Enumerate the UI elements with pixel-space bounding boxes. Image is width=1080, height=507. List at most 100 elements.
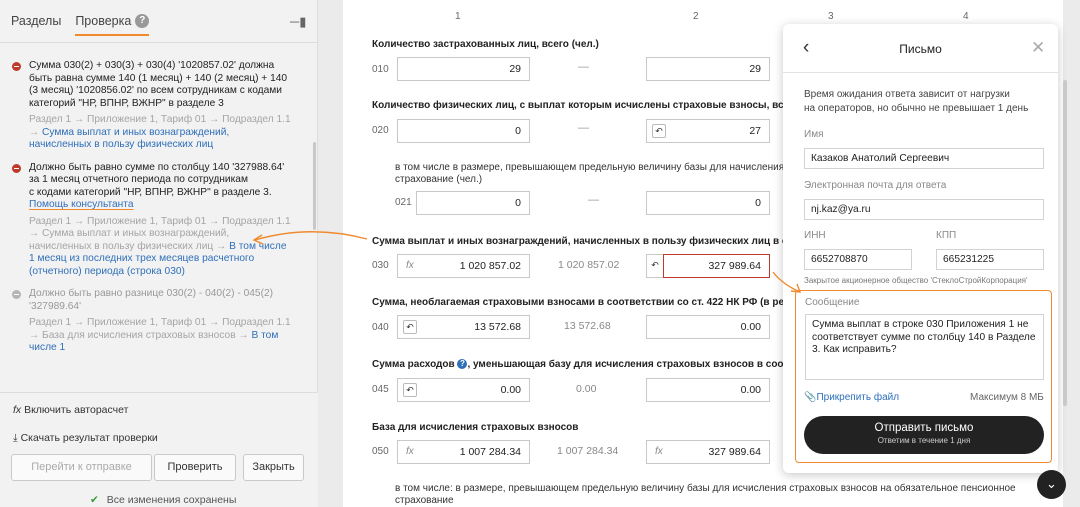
row-code: 021	[395, 197, 412, 208]
autocalc-toggle[interactable]: fx Включить авторасчет	[13, 404, 128, 416]
wait-info-line: Время ожидания ответа зависит от нагрузк…	[804, 89, 1010, 100]
kpp-field[interactable]: 665231225	[936, 249, 1044, 270]
field-010-2[interactable]: 29	[646, 57, 770, 81]
field-020-2[interactable]: ↶ 27	[646, 119, 770, 143]
section-title-tail: , уменьшающая базу для исчисления страхо…	[467, 359, 810, 370]
error-icon	[12, 163, 21, 173]
scrollbar[interactable]	[1063, 80, 1067, 406]
undo-icon[interactable]: ↶	[403, 383, 417, 397]
consultant-help-link[interactable]: Помощь консультанта	[29, 199, 134, 210]
issue-path: Раздел 1 → Приложение 1, Тариф 01 → Подр…	[29, 216, 292, 279]
computed-value: 1 007 284.34	[557, 445, 619, 457]
undo-icon: ↶	[648, 259, 662, 273]
field-030-2-error[interactable]: 327 989.64	[663, 254, 770, 278]
undo-icon[interactable]: ↶	[403, 320, 417, 334]
field-040-2[interactable]: 0.00	[646, 315, 770, 339]
field-045-1[interactable]: ↶ 0.00	[397, 378, 530, 402]
company-name: Закрытое акционерное общество 'СтеклоСтр…	[804, 276, 1028, 285]
max-size: Максимум 8 МБ	[970, 392, 1044, 403]
save-status-text: Все изменения сохранены	[106, 494, 237, 506]
panel-footer: fx Включить авторасчет ⤓ Скачать результ…	[0, 392, 318, 507]
dash: —	[588, 194, 599, 206]
undo-button[interactable]: ↶	[646, 254, 664, 278]
section-note-line: в том числе в размере, превышающем преде…	[395, 162, 785, 173]
download-result[interactable]: ⤓ Скачать результат проверки	[13, 432, 158, 445]
fx-icon: fx	[406, 260, 414, 271]
help-icon[interactable]: ?	[135, 14, 150, 28]
email-label: Электронная почта для ответа	[804, 180, 947, 191]
issue-item: Должно быть равно разнице 030(2) - 040(2…	[0, 288, 310, 355]
scrollbar[interactable]	[313, 142, 316, 230]
issue-link[interactable]: Сумма выплат и иных вознаграждений, начи…	[29, 127, 229, 151]
field-020-1[interactable]: 0	[397, 119, 530, 143]
tab-sections[interactable]: Разделы	[11, 14, 61, 36]
attach-label: Прикрепить файл	[816, 392, 900, 403]
panel-tabs: Разделы Проверка ?	[11, 14, 150, 36]
section-title: Сумма, необлагаемая страховыми взносами …	[372, 297, 808, 308]
section-note: в том числе в размере, превышающем преде…	[395, 162, 784, 186]
pin-icon[interactable]: ─▮	[290, 14, 306, 30]
row-code: 040	[372, 322, 389, 333]
download-icon: ⤓	[13, 432, 18, 444]
dash: —	[578, 122, 589, 134]
send-label: Отправить письмо	[874, 422, 974, 434]
wait-info-line: на операторов, но обычно не превышает 1 …	[804, 103, 1029, 114]
close-button[interactable]: Закрыть	[243, 454, 304, 481]
email-field[interactable]: nj.kaz@ya.ru	[804, 199, 1044, 220]
computed-value: 0.00	[576, 383, 597, 395]
dialog-title: Письмо	[899, 42, 942, 56]
dialog-header: ‹ Письмо ✕	[783, 24, 1058, 73]
issue-list: Сумма 030(2) + 030(3) + 030(4) '1020857.…	[0, 60, 310, 392]
save-status: ✔ Все изменения сохранены	[90, 494, 236, 506]
issue-path: Раздел 1 → Приложение 1, Тариф 01 → Подр…	[29, 317, 292, 355]
issue-text: Должно быть равно сумме по столбцу 140 '…	[29, 162, 292, 212]
undo-icon[interactable]: ↶	[652, 124, 666, 138]
field-040-1[interactable]: ↶ 13 572.68	[397, 315, 530, 339]
field-value: 27	[749, 125, 761, 137]
section-title: Сумма выплат и иных вознаграждений, начи…	[372, 236, 805, 247]
field-050-2[interactable]: fx 327 989.64	[646, 440, 770, 464]
fx-icon: fx	[13, 404, 22, 416]
section-note-line: в том числе: в размере, превышающем пред…	[395, 483, 1016, 494]
field-010-1[interactable]: 29	[397, 57, 530, 81]
attach-file-link[interactable]: 📎Прикрепить файл	[804, 392, 899, 403]
issue-item: Должно быть равно сумме по столбцу 140 '…	[0, 162, 310, 279]
section-note-line: страхование (чел.)	[395, 174, 483, 185]
column-number: 3	[828, 11, 834, 22]
computed-value: 1 020 857.02	[558, 259, 620, 271]
section-title-text: Сумма расходов	[372, 359, 455, 370]
name-field[interactable]: Казаков Анатолий Сергеевич	[804, 148, 1044, 169]
field-045-2[interactable]: 0.00	[646, 378, 770, 402]
field-030-1[interactable]: fx 1 020 857.02	[397, 254, 530, 278]
message-textarea[interactable]: Сумма выплат в строке 030 Приложения 1 н…	[805, 314, 1044, 380]
field-021-1[interactable]: 0	[416, 191, 530, 215]
section-title: Сумма расходов ?, уменьшающая базу для и…	[372, 359, 810, 370]
wait-info: Время ожидания ответа зависит от нагрузк…	[804, 88, 1028, 116]
info-icon[interactable]: ?	[457, 359, 468, 370]
check-icon: ✔	[90, 494, 99, 506]
section-title: Количество застрахованных лиц, всего (че…	[372, 39, 599, 50]
issue-path: Раздел 1 → Приложение 1, Тариф 01 → Подр…	[29, 114, 292, 152]
field-021-2[interactable]: 0	[646, 191, 770, 215]
scroll-down-button[interactable]: ⌄	[1037, 470, 1066, 499]
field-value: 1 020 857.02	[459, 260, 521, 272]
error-icon	[12, 62, 21, 71]
warning-icon	[12, 290, 21, 299]
field-value: 327 989.64	[708, 446, 761, 458]
issue-item: Сумма 030(2) + 030(3) + 030(4) '1020857.…	[0, 60, 310, 152]
issue-text-line: за 1 месяц отчетного периода по сотрудни…	[29, 174, 248, 185]
message-label: Сообщение	[805, 297, 860, 308]
check-button[interactable]: Проверить	[154, 454, 236, 481]
column-number: 4	[963, 11, 969, 22]
go-to-send-button[interactable]: Перейти к отправке	[11, 454, 152, 481]
column-number: 2	[693, 11, 699, 22]
inn-field[interactable]: 6652708870	[804, 249, 912, 270]
tab-check[interactable]: Проверка ?	[75, 14, 150, 36]
field-050-1[interactable]: fx 1 007 284.34	[397, 440, 530, 464]
section-title: Количество физических лиц, с выплат кото…	[372, 100, 812, 111]
send-letter-button[interactable]: Отправить письмо Ответим в течение 1 дня	[804, 416, 1044, 454]
close-icon[interactable]: ✕	[1031, 38, 1045, 58]
send-sublabel: Ответим в течение 1 дня	[877, 436, 971, 445]
field-value: 1 007 284.34	[459, 446, 521, 458]
fx-icon: fx	[406, 446, 414, 457]
